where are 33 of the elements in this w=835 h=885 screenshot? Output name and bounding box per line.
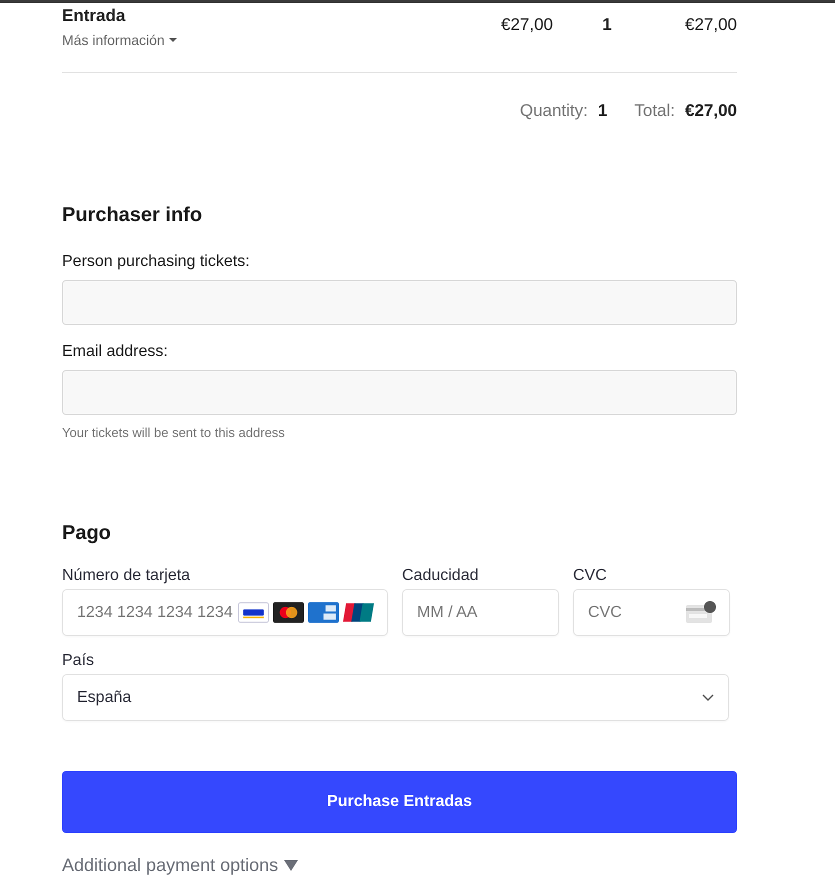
input-field[interactable] [62, 370, 737, 415]
ticket-price: €27,00 [501, 14, 553, 35]
card-back-icon [686, 601, 716, 623]
purchase-button[interactable]: Purchase Entradas [62, 771, 737, 833]
country-select[interactable]: España [62, 674, 729, 721]
field-label: CVC [573, 567, 608, 585]
caret-icon [168, 38, 177, 42]
quantity-label: Quantity: [520, 101, 588, 121]
field-hint: Your tickets will be sent to this address [62, 425, 286, 441]
cvc-field[interactable]: CVC [573, 589, 730, 636]
caret-icon [284, 860, 298, 870]
section-heading: Purchaser info [62, 203, 204, 227]
field-label: País [62, 652, 96, 670]
field-label: Número de tarjeta [62, 567, 192, 585]
input-field[interactable] [62, 280, 737, 325]
total-label: Total: [634, 101, 675, 121]
additional-options-link[interactable]: Additional payment options [62, 854, 298, 876]
card-brand-icon [308, 602, 339, 623]
ticket-name: Entrada [62, 6, 126, 26]
card-brand-icon [238, 602, 269, 623]
ticket-quantity: 1 [602, 14, 612, 35]
field-label: Caducidad [402, 567, 480, 585]
card-brand-icon [343, 602, 374, 623]
field-label: Email address: [62, 342, 169, 362]
quantity-value: 1 [598, 101, 608, 121]
expiry-field[interactable]: MM / AA [402, 589, 559, 636]
ticket-total: €27,00 [685, 14, 737, 35]
more-info-link[interactable]: Más información [62, 32, 177, 48]
card-brand-icon [273, 602, 304, 623]
field-label: Person purchasing tickets: [62, 252, 251, 272]
total-value: €27,00 [685, 101, 737, 121]
section-heading: Pago [62, 521, 112, 545]
chevron-down-icon [702, 694, 714, 701]
